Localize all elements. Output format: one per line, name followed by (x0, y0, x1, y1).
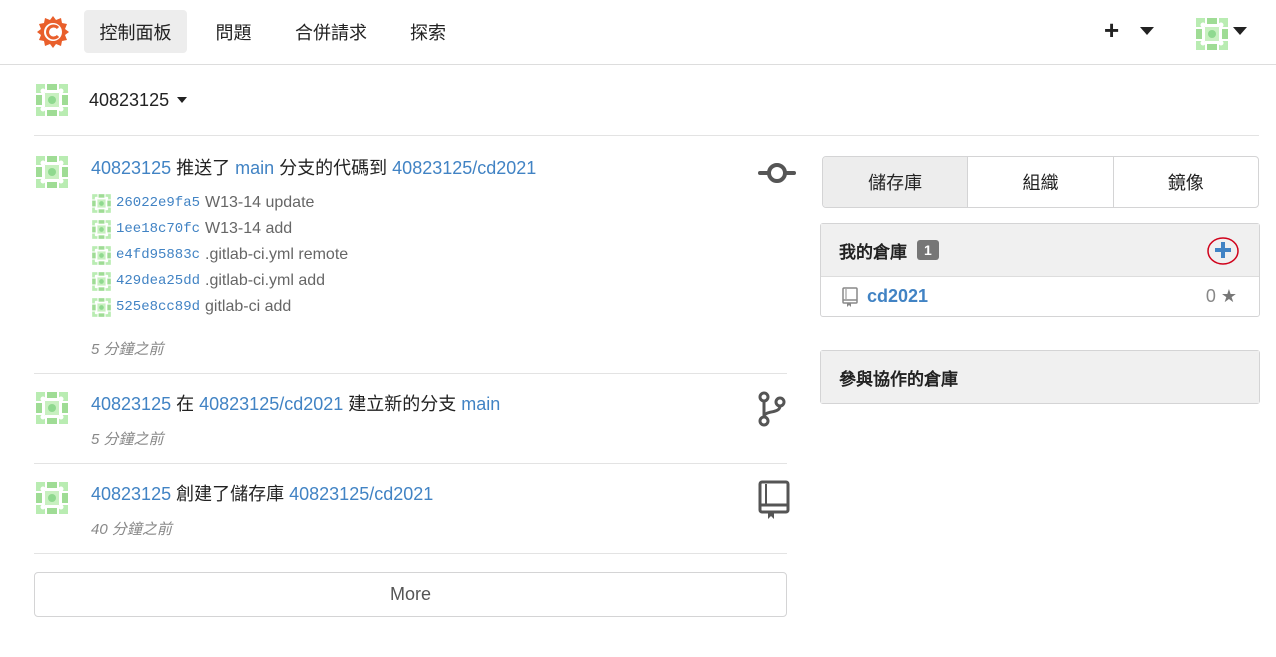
commit-author-avatar (91, 296, 112, 318)
commit-message: gitlab-ci add (205, 298, 292, 315)
tab-repositories[interactable]: 儲存庫 (823, 157, 969, 207)
commit-sha-link[interactable]: 1ee18c70fc (116, 221, 200, 237)
my-repos-panel: 我的倉庫 1 cd2021 0 ★ (820, 223, 1260, 317)
feed-item-push: 40823125 推送了 main 分支的代碼到 40823125/cd2021… (34, 154, 796, 373)
divider (34, 373, 787, 374)
nav-issues[interactable]: 問題 (203, 10, 264, 53)
repo-book-icon (758, 480, 790, 519)
my-repos-title: 我的倉庫 (839, 242, 907, 262)
collab-repos-header: 參與協作的倉庫 (821, 351, 1259, 403)
feed-verb: 推送了 (176, 158, 231, 178)
commit-row: 1ee18c70fc W13-14 add (91, 218, 292, 240)
repo-link[interactable]: 40823125/cd2021 (289, 484, 433, 504)
commit-sha-link[interactable]: 429dea25dd (116, 273, 200, 289)
repo-tabs: 儲存庫 組織 鏡像 (822, 156, 1259, 208)
feed-text: 在 (176, 394, 195, 414)
repo-name-link[interactable]: cd2021 (867, 286, 928, 307)
divider (34, 135, 1259, 136)
divider (34, 463, 787, 464)
branch-link[interactable]: main (235, 158, 274, 178)
feed-item-branch: 40823125 在 40823125/cd2021 建立新的分支 main 5… (34, 390, 787, 463)
commit-author-avatar (91, 192, 112, 214)
repo-link[interactable]: 40823125/cd2021 (199, 394, 343, 414)
commit-message: W13-14 update (205, 194, 315, 211)
commit-sha-link[interactable]: 26022e9fa5 (116, 195, 200, 211)
commit-sha-link[interactable]: 525e8cc89d (116, 299, 200, 315)
nav-dashboard[interactable]: 控制面板 (84, 10, 187, 53)
chevron-down-icon (177, 97, 188, 103)
chevron-down-icon (1233, 27, 1247, 35)
star-icon: ★ (1220, 286, 1237, 306)
user-link[interactable]: 40823125 (91, 394, 171, 414)
feed-item-create-repo: 40823125 創建了儲存庫 40823125/cd2021 40 分鐘之前 (34, 480, 790, 553)
feed-title: 40823125 推送了 main 分支的代碼到 40823125/cd2021 (91, 154, 536, 180)
top-navbar: 控制面板 問題 合併請求 探索 + (0, 0, 1276, 65)
commit-row: 26022e9fa5 W13-14 update (91, 192, 314, 214)
star-count: 0 ★ (1206, 286, 1237, 307)
create-new-dropdown[interactable]: + (1104, 14, 1158, 50)
feed-text: 分支的代碼到 (279, 158, 388, 178)
commit-message: .gitlab-ci.yml remote (205, 246, 349, 263)
divider (34, 553, 787, 554)
collab-repos-title: 參與協作的倉庫 (839, 369, 958, 389)
commit-sha-link[interactable]: e4fd95883c (116, 247, 200, 263)
feed-verb: 創建了儲存庫 (176, 484, 285, 504)
feed-avatar (34, 480, 70, 516)
feed-title: 40823125 在 40823125/cd2021 建立新的分支 main (91, 390, 500, 416)
star-count-value: 0 (1205, 286, 1216, 306)
gitea-logo-icon[interactable] (36, 15, 70, 49)
tab-organizations[interactable]: 組織 (968, 157, 1114, 207)
commit-author-avatar (91, 244, 112, 266)
tab-mirrors[interactable]: 鏡像 (1114, 157, 1258, 207)
commit-author-avatar (91, 270, 112, 292)
repo-count-badge: 1 (917, 240, 939, 260)
user-link[interactable]: 40823125 (91, 484, 171, 504)
more-button[interactable]: More (34, 572, 787, 617)
feed-timestamp: 5 分鐘之前 (91, 431, 164, 448)
feed-timestamp: 5 分鐘之前 (91, 341, 164, 358)
my-repos-header: 我的倉庫 1 (821, 224, 1259, 276)
commit-row: 429dea25dd .gitlab-ci.yml add (91, 270, 325, 292)
commit-icon (758, 163, 796, 183)
feed-avatar (34, 154, 70, 190)
branch-icon (758, 391, 786, 427)
repo-book-icon (842, 286, 858, 307)
repo-list-item[interactable]: cd2021 0 ★ (821, 276, 1259, 316)
feed-timestamp: 40 分鐘之前 (91, 521, 172, 538)
commit-row: 525e8cc89d gitlab-ci add (91, 296, 291, 318)
commit-message: .gitlab-ci.yml add (205, 272, 326, 289)
chevron-down-icon (1140, 27, 1154, 35)
commit-author-avatar (91, 218, 112, 240)
branch-link[interactable]: main (461, 394, 500, 414)
new-repo-plus-icon[interactable] (1205, 235, 1241, 267)
user-avatar (1194, 16, 1229, 51)
collab-repos-panel: 參與協作的倉庫 (820, 350, 1260, 404)
nav-explore[interactable]: 探索 (397, 10, 459, 53)
commit-message: W13-14 add (205, 220, 293, 237)
context-avatar (34, 82, 70, 118)
context-user-name: 40823125 (89, 89, 170, 110)
user-menu-dropdown[interactable] (1194, 14, 1250, 52)
user-link[interactable]: 40823125 (91, 158, 171, 178)
feed-title: 40823125 創建了儲存庫 40823125/cd2021 (91, 480, 433, 506)
feed-avatar (34, 390, 70, 426)
repo-link[interactable]: 40823125/cd2021 (392, 158, 536, 178)
plus-icon: + (1104, 15, 1120, 45)
feed-verb: 建立新的分支 (348, 394, 457, 414)
nav-pull-requests[interactable]: 合併請求 (283, 10, 379, 53)
context-switcher[interactable]: 40823125 (34, 82, 188, 118)
commit-row: e4fd95883c .gitlab-ci.yml remote (91, 244, 348, 266)
